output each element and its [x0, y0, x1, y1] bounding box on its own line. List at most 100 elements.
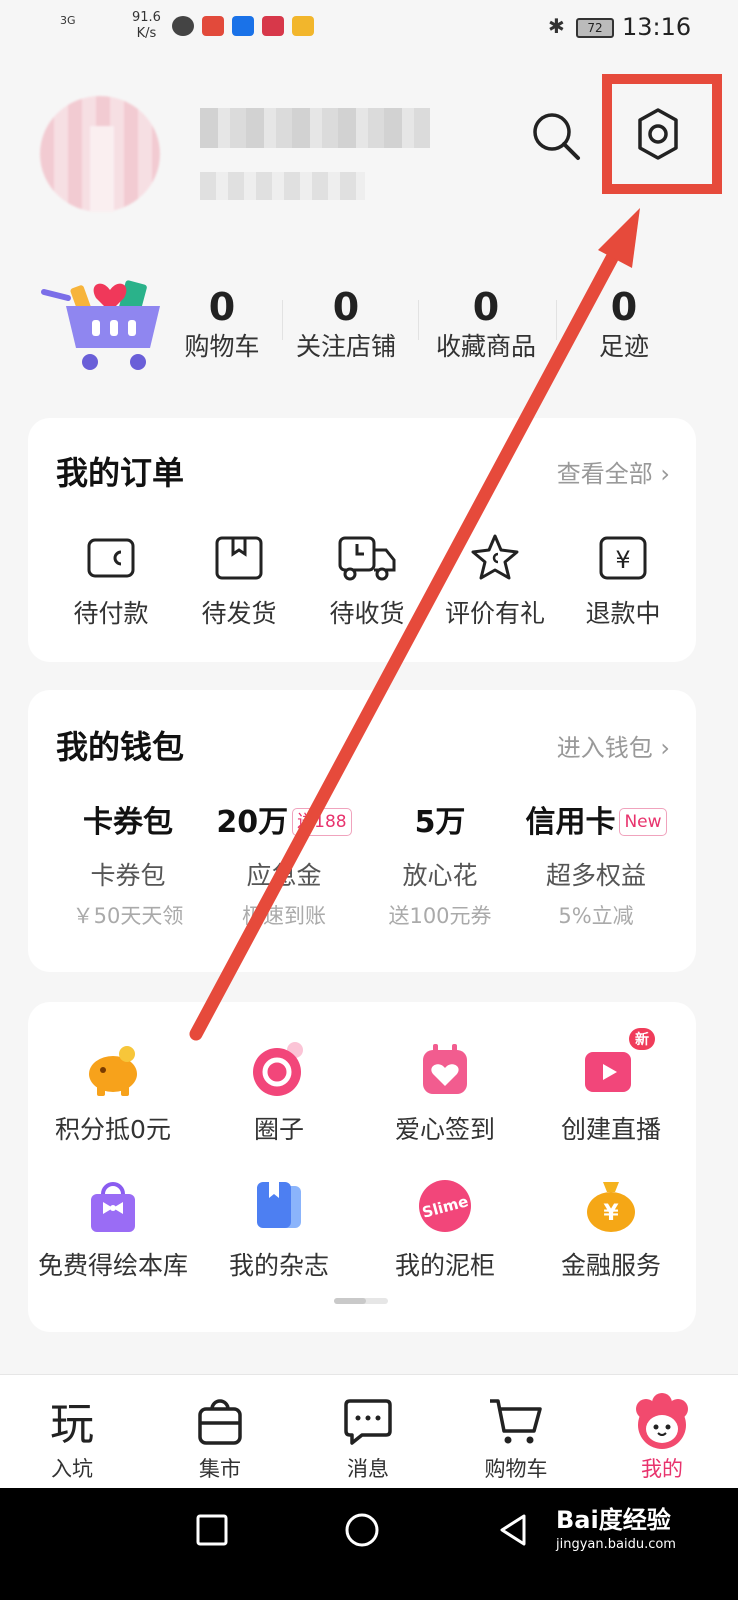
order-refunding[interactable]: ¥ 退款中 [558, 530, 688, 630]
orders-title: 我的订单 [56, 454, 185, 492]
message-icon [344, 1399, 392, 1445]
stat-label: 关注店铺 [295, 332, 396, 361]
divider [282, 300, 283, 340]
divider [556, 300, 557, 340]
service-label: 创建直播 [560, 1115, 661, 1144]
signal-indicator: 3G [60, 14, 76, 27]
network-speed: 91.6 K/s [132, 10, 161, 42]
star-chat-icon [471, 534, 519, 580]
mascot-icon [636, 1393, 688, 1449]
tab-play[interactable]: 玩 入坑 [22, 1393, 122, 1483]
play-icon: 玩 [50, 1399, 94, 1447]
enter-wallet-link[interactable]: 进入钱包 › [557, 728, 670, 763]
service-label: 积分抵0元 [55, 1115, 171, 1144]
svg-text:¥: ¥ [603, 1201, 619, 1226]
view-all-orders-link[interactable]: 查看全部 › [557, 454, 670, 489]
recents-button[interactable] [192, 1510, 232, 1550]
gift-bag-icon [91, 1182, 135, 1232]
service-label: 爱心签到 [394, 1115, 495, 1144]
live-icon [585, 1052, 631, 1092]
stat-value: 0 [610, 285, 638, 329]
wallet-value: 信用卡 [525, 805, 616, 840]
book-icon [262, 16, 284, 36]
tab-label: 消息 [347, 1457, 389, 1481]
stat-cart[interactable]: 0 购物车 [162, 284, 282, 364]
stat-favorites[interactable]: 0 收藏商品 [426, 284, 546, 364]
shopping-cart-illustration-icon [41, 280, 160, 370]
watermark-subtext: jingyan.baidu.com [556, 1537, 676, 1552]
heart-calendar-icon [423, 1044, 467, 1094]
promo-tag: 送188 [292, 808, 352, 836]
service-label: 金融服务 [560, 1251, 661, 1280]
username-blurred [200, 108, 430, 148]
watermark: Bai度经验 jingyan.baidu.com [556, 1500, 676, 1552]
new-badge: 新 [629, 1028, 655, 1050]
page-indicator [334, 1298, 388, 1304]
wallet-value: 5万 [414, 805, 466, 840]
cart-icon [490, 1399, 542, 1444]
service-slime-cabinet[interactable]: Slime 我的泥柜 [360, 1176, 530, 1282]
battery-indicator: 72 [576, 18, 614, 38]
order-pending-receipt[interactable]: 待收货 [302, 530, 432, 630]
stat-footprints[interactable]: 0 足迹 [564, 284, 684, 364]
service-picture-books[interactable]: 免费得绘本库 [28, 1176, 198, 1282]
search-button[interactable] [528, 108, 584, 164]
order-review[interactable]: 评价有礼 [430, 530, 560, 630]
wallet-name: 超多权益 [545, 861, 646, 890]
wallet-name: 放心花 [402, 861, 478, 890]
highlight-box [602, 74, 722, 194]
service-circle[interactable]: 圈子 [194, 1040, 364, 1146]
stat-label: 足迹 [598, 332, 649, 361]
service-checkin[interactable]: 爱心签到 [360, 1040, 530, 1146]
piggy-bank-icon [89, 1046, 137, 1096]
tab-cart[interactable]: 购物车 [466, 1393, 566, 1483]
home-button[interactable] [342, 1510, 382, 1550]
bluetooth-icon: ✱ [548, 14, 565, 38]
search-icon [533, 113, 580, 160]
tab-market[interactable]: 集市 [170, 1393, 270, 1483]
refund-icon: ¥ [599, 536, 647, 580]
tab-mine[interactable]: 我的 [612, 1393, 712, 1483]
order-label: 待发货 [201, 599, 277, 628]
watermark-text: Bai度经验 [556, 1506, 671, 1534]
wallet-name: 应急金 [246, 861, 322, 890]
service-label: 我的泥柜 [394, 1251, 495, 1280]
slime-icon: Slime [419, 1180, 471, 1232]
avatar[interactable] [40, 96, 160, 212]
tab-messages[interactable]: 消息 [318, 1393, 418, 1483]
stat-value: 0 [208, 285, 236, 329]
order-pending-payment[interactable]: 待付款 [46, 530, 176, 630]
bottom-tab-bar: 玩 入坑 集市 消息 购物车 我的 [0, 1374, 738, 1488]
wallet-desc: 极速到账 [242, 904, 326, 928]
cup-icon [292, 16, 314, 36]
stat-label: 购物车 [184, 332, 260, 361]
wallet-value: 20万 [216, 805, 289, 840]
clock: 13:16 [622, 13, 692, 41]
wallet-emergency-fund[interactable]: 20万 送188 应急金 极速到账 [204, 800, 364, 930]
service-label: 我的杂志 [228, 1251, 329, 1280]
service-points[interactable]: 积分抵0元 [28, 1040, 198, 1146]
wallet-desc: ￥50天天领 [72, 904, 184, 928]
order-label: 待收货 [329, 599, 405, 628]
tab-label: 入坑 [51, 1457, 93, 1481]
wallet-fangxinhua[interactable]: 5万 放心花 送100元券 [360, 800, 520, 930]
service-magazine[interactable]: 我的杂志 [194, 1176, 364, 1282]
user-subtitle-blurred [200, 172, 365, 200]
service-label: 圈子 [253, 1115, 304, 1144]
magazine-icon [257, 1182, 301, 1228]
wallet-icon [87, 538, 135, 578]
money-bag-icon: ¥ [587, 1182, 635, 1232]
service-finance[interactable]: ¥ 金融服务 [526, 1176, 696, 1282]
circle-icon [253, 1042, 303, 1096]
wallet-credit-card[interactable]: 信用卡 New 超多权益 5%立减 [516, 800, 676, 930]
order-label: 待付款 [73, 599, 149, 628]
order-pending-shipment[interactable]: 待发货 [174, 530, 304, 630]
order-label: 退款中 [585, 599, 661, 628]
back-button[interactable] [494, 1510, 534, 1550]
service-create-live[interactable]: 新 创建直播 [526, 1028, 696, 1146]
stat-followed-shops[interactable]: 0 关注店铺 [286, 284, 406, 364]
speed-value: 91.6 [132, 10, 161, 25]
speed-unit: K/s [136, 26, 157, 41]
wallet-coupons[interactable]: 卡券包 卡券包 ￥50天天领 [48, 800, 208, 930]
wallet-name: 卡券包 [90, 861, 166, 890]
